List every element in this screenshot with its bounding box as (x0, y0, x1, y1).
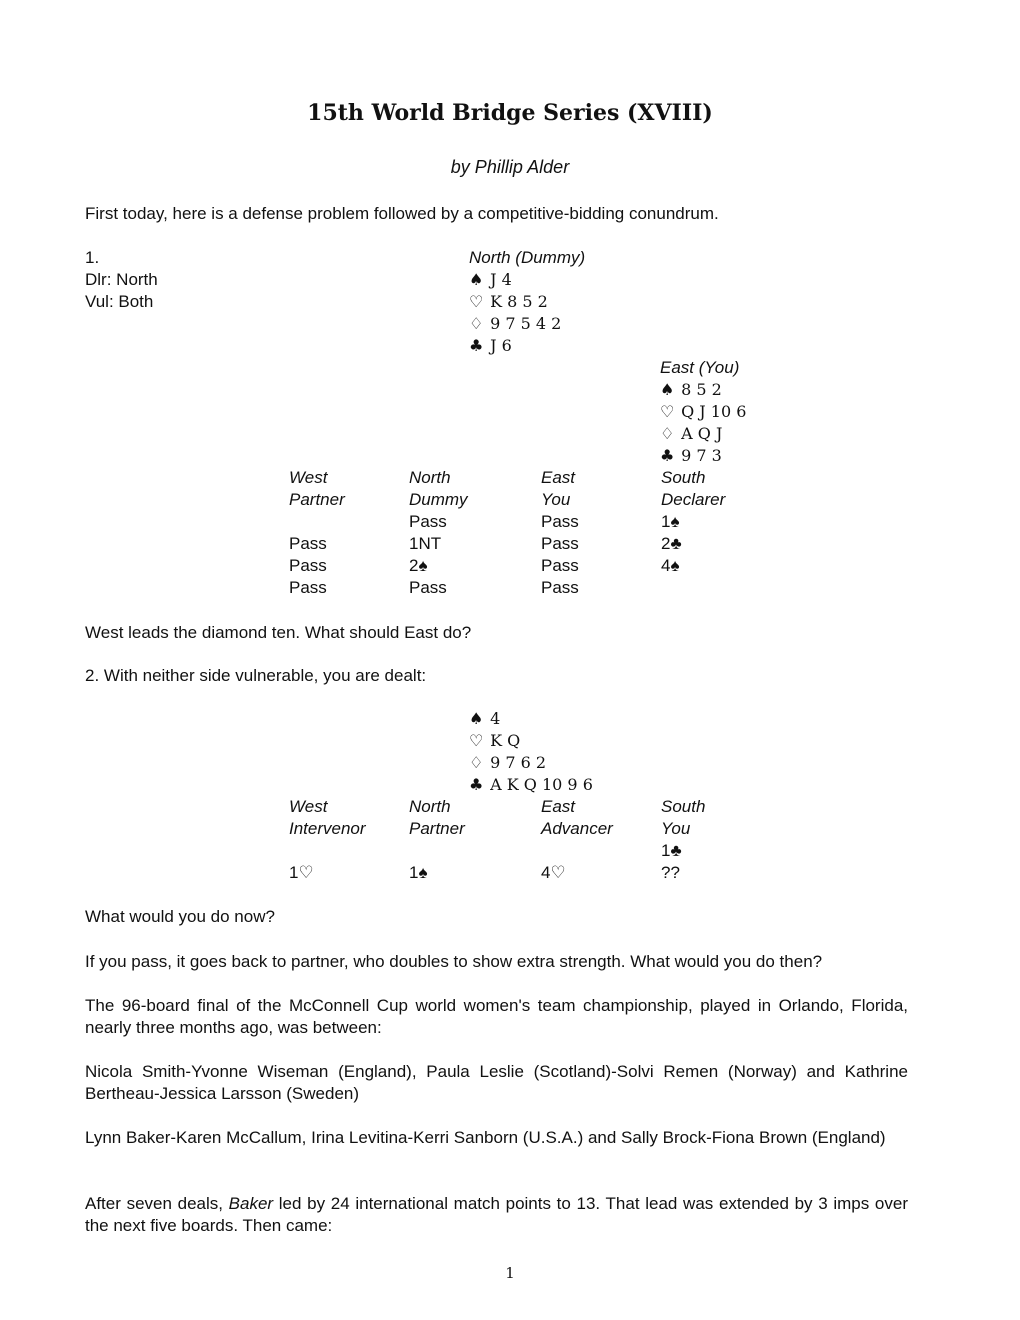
page-number: 1 (505, 1264, 515, 1282)
heart-icon: ♡ (469, 292, 484, 311)
problem-2-followup: If you pass, it goes back to partner, wh… (85, 952, 823, 971)
auction-bid: 2♠ (409, 556, 428, 575)
auction-bid: Pass (409, 578, 447, 597)
east-clubs: 9 7 3 (681, 446, 722, 465)
auction-bid: 1♠ (661, 512, 680, 531)
auction-bid: 4♡ (541, 863, 566, 882)
auction-bid: Pass (409, 512, 447, 531)
spade-icon: ♠ (469, 709, 484, 728)
auction-bid: Pass (541, 578, 579, 597)
north-hand-label: North (Dummy) (469, 248, 586, 267)
diamond-icon: ♢ (469, 753, 484, 772)
body-paragraph: After seven deals, Baker led by 24 inter… (85, 1193, 908, 1237)
auction-role: Intervenor (289, 819, 366, 838)
problem-2-intro: 2. With neither side vulnerable, you are… (85, 666, 427, 685)
diamond-icon: ♢ (660, 424, 675, 443)
east-spades: 8 5 2 (681, 380, 722, 399)
north-hearts: K 8 5 2 (490, 292, 548, 311)
club-icon: ♣ (469, 336, 484, 355)
problem-2-question: What would you do now? (85, 907, 275, 926)
auction-bid: Pass (541, 534, 579, 553)
hand-diamonds: 9 7 6 2 (490, 753, 547, 772)
problem-1-question: West leads the diamond ten. What should … (85, 623, 472, 642)
heart-icon: ♡ (469, 731, 484, 750)
auction-header: West (289, 797, 328, 816)
heart-icon: ♡ (660, 402, 675, 421)
auction-bid: 1♡ (289, 863, 314, 882)
spade-icon: ♠ (469, 270, 484, 289)
auction-bid: 1♣ (661, 841, 682, 860)
byline: by Phillip Alder (450, 157, 570, 177)
auction-bid: Pass (541, 512, 579, 531)
east-hand-label: East (You) (660, 358, 740, 377)
diamond-icon: ♢ (469, 314, 484, 333)
article-title: 15th World Bridge Series (XVIII) (307, 100, 713, 126)
hand-hearts: K Q (490, 731, 521, 750)
problem-number: 1. (85, 248, 100, 267)
dealer-info: Dlr: North (85, 270, 158, 289)
auction-header: South (661, 468, 706, 487)
club-icon: ♣ (660, 446, 675, 465)
hand-spades: 4 (490, 709, 501, 728)
auction-bid: 1NT (409, 534, 442, 553)
auction-bid: Pass (289, 534, 327, 553)
auction-role: Partner (409, 819, 465, 838)
club-icon: ♣ (469, 775, 484, 794)
auction-role: You (661, 819, 691, 838)
auction-role: Dummy (409, 490, 468, 509)
auction-bid: 4♠ (661, 556, 680, 575)
auction-header: East (541, 797, 576, 816)
auction-role: Declarer (661, 490, 726, 509)
body-paragraph: The 96-board final of the McConnell Cup … (85, 996, 908, 1037)
auction-bid: Pass (289, 578, 327, 597)
north-clubs: J 6 (490, 336, 512, 355)
body-paragraph: Nicola Smith-Yvonne Wiseman (England), P… (85, 1062, 908, 1103)
auction-role: Advancer (541, 819, 613, 838)
body-paragraph: Lynn Baker-Karen McCallum, Irina Levitin… (85, 1128, 886, 1147)
hand-clubs: A K Q 10 9 6 (490, 775, 593, 794)
auction-header: West (289, 468, 328, 487)
auction-header: East (541, 468, 576, 487)
intro-paragraph: First today, here is a defense problem f… (85, 204, 719, 223)
auction-bid: Pass (289, 556, 327, 575)
auction-header: North (409, 797, 451, 816)
east-hearts: Q J 10 6 (681, 402, 747, 421)
team-name: Baker (228, 1194, 274, 1213)
auction-role: You (541, 490, 571, 509)
auction-bid: 2♣ (661, 534, 682, 553)
spade-icon: ♠ (660, 380, 675, 399)
auction-bid: ?? (661, 863, 680, 882)
north-spades: J 4 (490, 270, 512, 289)
north-diamonds: 9 7 5 4 2 (490, 314, 562, 333)
auction-header: North (409, 468, 451, 487)
auction-bid: Pass (541, 556, 579, 575)
east-diamonds: A Q J (681, 424, 723, 443)
text-span: After seven deals, (85, 1194, 229, 1213)
auction-bid: 1♠ (409, 863, 428, 882)
vulnerability-info: Vul: Both (85, 292, 154, 311)
auction-role: Partner (289, 490, 345, 509)
auction-header: South (661, 797, 706, 816)
